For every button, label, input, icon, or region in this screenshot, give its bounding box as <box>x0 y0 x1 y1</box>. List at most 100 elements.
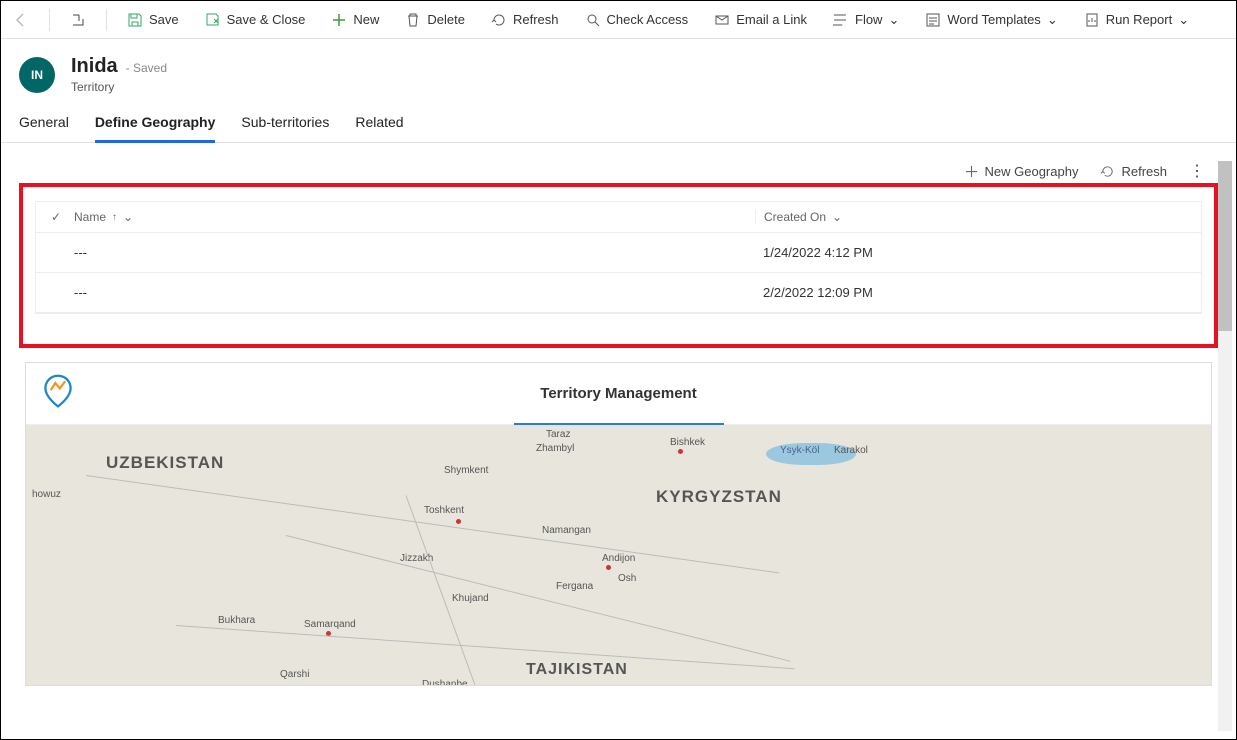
record-header: IN Inida - Saved Territory <box>1 39 1236 102</box>
arrow-left-icon <box>13 12 29 28</box>
separator <box>49 9 50 31</box>
run-report-button[interactable]: Run Report ⌄ <box>1078 8 1195 32</box>
chevron-down-icon: ⌄ <box>123 210 133 224</box>
city-label: Karakol <box>834 445 868 456</box>
table-row[interactable]: --- 2/2/2022 12:09 PM <box>36 273 1201 313</box>
word-templates-button[interactable]: Word Templates⌄ <box>919 8 1063 32</box>
avatar: IN <box>19 57 55 93</box>
column-name-label: Name <box>74 210 106 224</box>
city-label: Dushanbe <box>422 679 468 685</box>
refresh-button[interactable]: Refresh <box>485 8 565 32</box>
city-label: Namangan <box>542 525 591 536</box>
city-label: Bukhara <box>218 615 255 626</box>
save-close-icon <box>205 12 221 28</box>
page-title: Inida <box>71 55 118 78</box>
tab-general[interactable]: General <box>19 108 69 142</box>
city-label: Bishkek <box>670 437 705 448</box>
subgrid-refresh-button[interactable]: Refresh <box>1100 161 1167 181</box>
cell-created-on: 2/2/2022 12:09 PM <box>755 285 1195 300</box>
email-link-label: Email a Link <box>736 12 807 27</box>
new-geography-button[interactable]: New Geography <box>964 161 1079 181</box>
open-icon <box>70 12 86 28</box>
refresh-icon <box>491 12 507 28</box>
more-commands-button[interactable]: ⋮ <box>1189 161 1206 181</box>
check-access-button[interactable]: Check Access <box>579 8 695 32</box>
country-label-kyrgyzstan: KYRGYZSTAN <box>656 487 782 507</box>
search-check-icon <box>585 12 601 28</box>
email-icon <box>714 12 730 28</box>
border-line <box>406 495 496 685</box>
back-button[interactable] <box>7 8 35 32</box>
tab-define-geography[interactable]: Define Geography <box>95 108 216 143</box>
separator <box>106 9 107 31</box>
tab-content: New Geography Refresh ⋮ ✓ Name ↑ ⌄ Creat… <box>1 143 1236 686</box>
city-label: Samarqand <box>304 619 356 630</box>
scrollbar-thumb[interactable] <box>1218 161 1232 331</box>
cell-name: --- <box>42 285 755 300</box>
flow-icon <box>833 12 849 28</box>
chevron-down-icon: ⌄ <box>832 210 842 224</box>
map-header: Territory Management <box>26 363 1211 425</box>
trash-icon <box>405 12 421 28</box>
save-button[interactable]: Save <box>121 8 185 32</box>
check-access-label: Check Access <box>607 12 689 27</box>
delete-button[interactable]: Delete <box>399 8 471 32</box>
avatar-text: IN <box>31 68 43 82</box>
tab-sub-territories[interactable]: Sub-territories <box>241 108 329 142</box>
subgrid-commands: New Geography Refresh ⋮ <box>1 155 1236 183</box>
city-label: Osh <box>618 573 636 584</box>
title-block: Inida - Saved Territory <box>71 55 167 94</box>
sort-asc-icon: ↑ <box>112 212 117 223</box>
table-row[interactable]: --- 1/24/2022 4:12 PM <box>36 233 1201 273</box>
save-close-label: Save & Close <box>227 12 306 27</box>
lake-label: Ysyk-Köl <box>780 445 819 456</box>
column-header-name[interactable]: Name ↑ ⌄ <box>70 210 755 224</box>
command-bar: Save Save & Close New Delete Refresh Che… <box>1 1 1236 39</box>
save-close-button[interactable]: Save & Close <box>199 8 312 32</box>
column-created-label: Created On <box>764 210 826 224</box>
open-external-button[interactable] <box>64 8 92 32</box>
border-line <box>176 625 795 669</box>
map-canvas[interactable]: UZBEKISTAN KYRGYZSTAN TAJIKISTAN Bishkek… <box>26 425 1211 685</box>
new-button[interactable]: New <box>325 8 385 32</box>
tab-related[interactable]: Related <box>355 108 403 142</box>
email-link-button[interactable]: Email a Link <box>708 8 813 32</box>
chevron-down-icon: ⌄ <box>1178 12 1189 28</box>
cell-name: --- <box>42 245 755 260</box>
delete-label: Delete <box>427 12 465 27</box>
select-all-checkbox[interactable]: ✓ <box>42 210 70 224</box>
new-geography-label: New Geography <box>985 164 1079 179</box>
flow-label: Flow <box>855 12 882 27</box>
city-label: Shymkent <box>444 465 488 476</box>
city-dot <box>456 519 461 524</box>
save-icon <box>127 12 143 28</box>
map-logo-icon <box>40 374 76 413</box>
word-icon <box>925 12 941 28</box>
save-status: - Saved <box>126 61 167 75</box>
country-label-uzbekistan: UZBEKISTAN <box>106 453 224 473</box>
refresh-label: Refresh <box>513 12 559 27</box>
city-dot <box>606 565 611 570</box>
run-report-label: Run Report <box>1106 12 1172 27</box>
vertical-scrollbar[interactable] <box>1218 161 1232 731</box>
geography-grid: ✓ Name ↑ ⌄ Created On ⌄ --- 1/24/2022 4:… <box>35 201 1202 314</box>
chevron-down-icon: ⌄ <box>888 12 899 28</box>
refresh-icon <box>1100 164 1115 179</box>
city-label: Andijon <box>602 553 635 564</box>
chevron-down-icon: ⌄ <box>1047 12 1058 28</box>
form-tabs: General Define Geography Sub-territories… <box>1 102 1236 143</box>
city-label: Toshkent <box>424 505 464 516</box>
city-dot <box>678 449 683 454</box>
plus-icon <box>331 12 347 28</box>
plus-icon <box>964 164 979 179</box>
flow-button[interactable]: Flow ⌄ <box>827 8 905 32</box>
city-label: Fergana <box>556 581 593 592</box>
territory-map-panel: Territory Management UZBEKISTAN KYRGYZST… <box>25 362 1212 686</box>
city-label: howuz <box>32 489 61 500</box>
map-title: Territory Management <box>540 385 696 402</box>
border-line <box>286 535 791 662</box>
column-header-created-on[interactable]: Created On ⌄ <box>755 210 1195 224</box>
city-label: Zhambyl <box>536 443 574 454</box>
grid-header-row: ✓ Name ↑ ⌄ Created On ⌄ <box>36 202 1201 233</box>
entity-subtitle: Territory <box>71 80 167 94</box>
